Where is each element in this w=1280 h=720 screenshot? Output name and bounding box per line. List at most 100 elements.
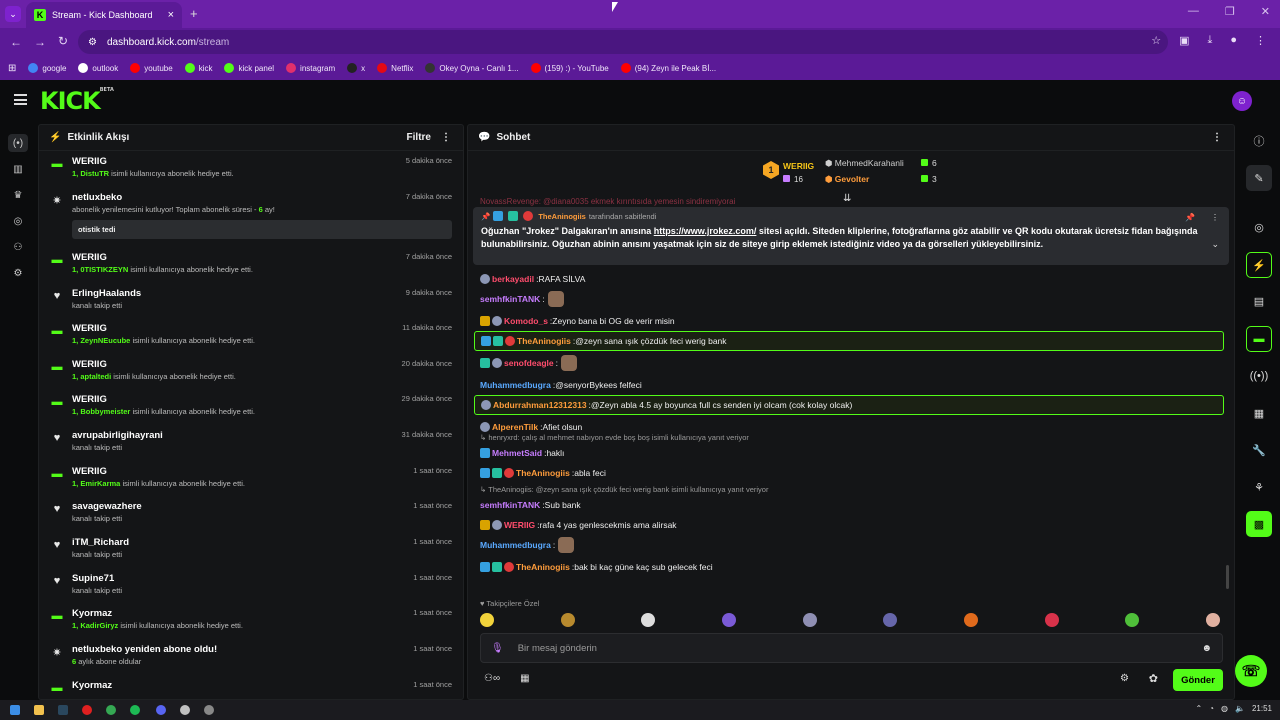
chat-username[interactable]: TheAninogiis [517, 336, 571, 346]
chat-username[interactable]: MehmetSaid [492, 448, 542, 458]
forward-icon[interactable]: → [34, 35, 46, 49]
top-gifter-name[interactable]: WERIIG [783, 161, 814, 171]
chat-message[interactable]: TheAninogiis: bak bi kaç güne kaç sub ge… [474, 557, 1224, 577]
network-icon[interactable]: ◍ [1221, 704, 1228, 713]
activity-user[interactable]: savagewazhere [72, 500, 453, 513]
tab-search-icon[interactable]: ⌄ [5, 6, 21, 22]
activity-user[interactable]: WERIIG [72, 251, 453, 264]
chat-username[interactable]: Muhammedbugra [480, 380, 551, 390]
bookmark-item[interactable]: (94) Zeyn ile Peak Bİ... [620, 63, 716, 73]
reply-context[interactable]: ↳ TheAninogiis: @zeyn sana ışık çözdük f… [480, 485, 768, 494]
chat-username[interactable]: berkayadil [492, 274, 534, 284]
volume-icon[interactable]: 🔈 [1235, 704, 1245, 713]
emote-quick[interactable] [560, 613, 575, 627]
activity-user[interactable]: Kyormaz [72, 607, 453, 620]
broadcast-icon[interactable]: ((•)) [1246, 363, 1272, 389]
queue-icon[interactable]: ▦ [1246, 400, 1272, 426]
spotify-icon[interactable] [130, 705, 140, 715]
user-avatar[interactable]: ☺ [1232, 91, 1252, 111]
activity-user[interactable]: Supine71 [72, 572, 453, 585]
chat-input[interactable]: 🎙 Bir mesaj gönderin ☻ [480, 633, 1223, 663]
activity-user[interactable]: iTM_Richard [72, 536, 453, 549]
tray-app-icon[interactable]: ◔ [1209, 704, 1214, 713]
opera-icon[interactable] [82, 705, 92, 715]
chat-username[interactable]: semhfkinTANK [480, 294, 540, 304]
activity-user[interactable]: Kyormaz [72, 679, 453, 692]
analytics-nav-icon[interactable]: ▥ [8, 160, 28, 178]
emote-quick[interactable] [963, 613, 978, 627]
pinned-more-icon[interactable]: ⋮ [1211, 213, 1219, 222]
chat-more-icon[interactable]: ⋮ [1212, 132, 1222, 143]
start-icon[interactable] [10, 705, 20, 715]
window-close-icon[interactable]: ✕ [1261, 5, 1270, 18]
bookmark-item[interactable]: (159) :) - YouTube [530, 63, 609, 73]
activity-user[interactable]: avrupabirligihayrani [72, 429, 453, 442]
integrations-icon[interactable]: ⚘ [1246, 474, 1272, 500]
emote-quick[interactable] [721, 613, 736, 627]
reload-icon[interactable]: ↻ [58, 34, 68, 48]
emote-quick[interactable] [1044, 613, 1059, 627]
emote-quick[interactable] [802, 613, 817, 627]
tray-chevron-icon[interactable]: ⌃ [1195, 704, 1202, 713]
settings-nav-icon[interactable]: ⚙ [8, 264, 28, 282]
chat-username[interactable]: Abdurrahman12312313 [493, 400, 587, 410]
chat-username[interactable]: Komodo_s [504, 316, 548, 326]
chat-message[interactable]: TheAninogiis: abla feci [474, 463, 1224, 483]
chat-message[interactable]: Muhammedbugra: [474, 535, 1224, 555]
activity-user[interactable]: WERIIG [72, 393, 453, 406]
emote-quick[interactable] [1125, 613, 1140, 627]
pinned-link[interactable]: https://www.jrokez.com/ [654, 226, 757, 236]
activity-user[interactable]: WERIIG [72, 465, 453, 478]
activity-user[interactable]: netluxbeko yeniden abone oldu! [72, 643, 453, 656]
kick-logo[interactable]: KICKBETA [40, 87, 114, 115]
chat-message[interactable]: TheAninogiis: @zeyn sana ışık çözdük fec… [474, 331, 1224, 351]
activity-user[interactable]: netluxbeko [72, 191, 453, 204]
chat-message[interactable]: Muhammedbugra: @senyorBykees felfeci [474, 375, 1224, 395]
activity-user[interactable]: WERIIG [72, 155, 453, 168]
clips-icon[interactable]: ▩ [1246, 511, 1272, 537]
chat-scrollbar[interactable] [1226, 565, 1229, 589]
chat-username[interactable]: TheAninogiis [516, 468, 570, 478]
restore-icon[interactable]: ❐ [1225, 5, 1235, 18]
pinned-expand-icon[interactable]: ⌄ [1211, 239, 1219, 250]
activity-user[interactable]: ErlingHaalands [72, 287, 453, 300]
extensions-icon[interactable]: ▣ [1179, 34, 1189, 47]
emote-quick[interactable] [480, 613, 494, 627]
trophy-nav-icon[interactable]: ♛ [8, 186, 28, 204]
clock[interactable]: 21:51 [1252, 704, 1272, 713]
info-icon[interactable]: ⓘ [1246, 128, 1272, 154]
chat-message[interactable]: Komodo_s: Zeyno bana bi OG de verir misi… [474, 311, 1224, 331]
emote-quick[interactable] [883, 613, 898, 627]
chat-username[interactable]: WERIIG [504, 520, 535, 530]
new-tab-icon[interactable]: + [190, 6, 198, 21]
expand-leaderboard-icon[interactable]: ⇊ [843, 193, 851, 204]
bookmark-item[interactable]: Netflix [377, 63, 413, 73]
stream-nav-icon[interactable]: (•) [8, 134, 28, 152]
chat-settings-icon[interactable]: ⚙ [1120, 673, 1129, 684]
community-goal-icon[interactable]: ✿ [1149, 672, 1158, 685]
chat-message[interactable]: Abdurrahman12312313: @Zeyn abla 4.5 ay b… [474, 395, 1224, 415]
reply-context[interactable]: ↳ henryxrd: çalış al mehmet nabıyon evde… [480, 433, 749, 442]
activity-toggle-icon[interactable]: ⚡ [1246, 252, 1272, 278]
store-icon[interactable]: ▦ [520, 673, 529, 684]
browser-tab[interactable]: K Stream - Kick Dashboard × [26, 2, 182, 28]
chat-message[interactable]: semhfkinTANK: Sub bank [474, 495, 1224, 515]
back-icon[interactable]: ← [10, 35, 22, 49]
activity-more-icon[interactable]: ⋮ [441, 132, 451, 143]
chat-username[interactable]: AlperenTilk [492, 422, 538, 432]
chat-message[interactable]: MehmetSaid: haklı [474, 443, 1224, 463]
unpin-icon[interactable]: 📌 [1185, 213, 1195, 222]
apps-grid-icon[interactable]: ⊞ [8, 63, 16, 74]
discord-icon[interactable] [156, 705, 166, 715]
chrome-active-icon[interactable] [180, 705, 190, 715]
bookmark-star-icon[interactable]: ☆ [1151, 34, 1161, 47]
chat-message[interactable]: senofdeagle: [474, 353, 1224, 373]
chat-username[interactable]: Muhammedbugra [480, 540, 551, 550]
bookmark-item[interactable]: outlook [78, 63, 118, 73]
bookmark-item[interactable]: kick [184, 63, 212, 73]
emote-quick[interactable] [1205, 613, 1220, 627]
pinned-by[interactable]: TheAninogiis [538, 212, 586, 221]
edit-icon[interactable]: ✎ [1246, 165, 1272, 191]
steam-icon[interactable] [58, 705, 68, 715]
url-field[interactable]: ⚙ dashboard.kick.com/stream [78, 30, 1168, 54]
